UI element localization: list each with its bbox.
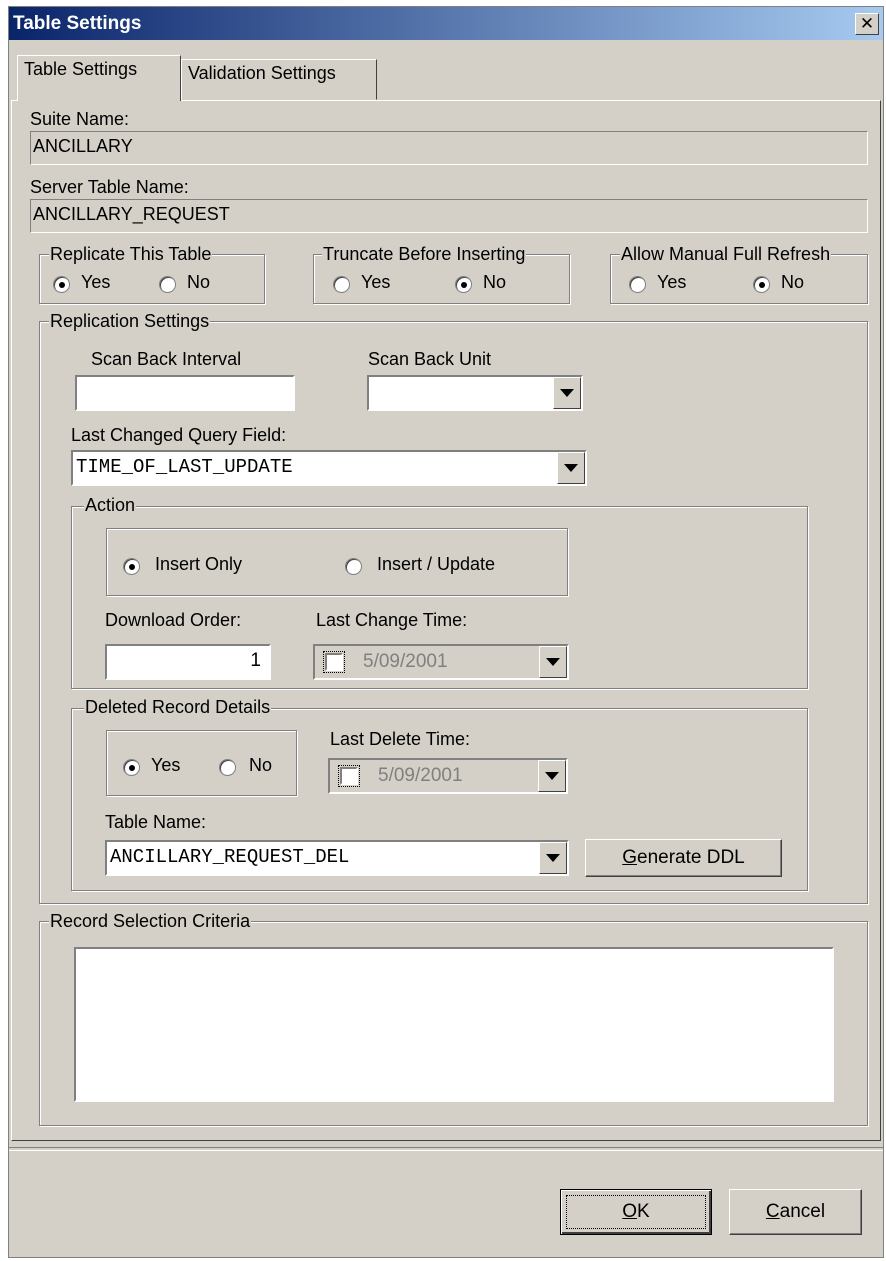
tab-label: Validation Settings (188, 63, 336, 83)
tab-table-settings[interactable]: Table Settings (17, 55, 181, 101)
manual-refresh-no-radio[interactable] (753, 276, 770, 293)
generate-ddl-button[interactable]: Generate DDL (585, 839, 782, 877)
tab-label: Table Settings (24, 59, 138, 79)
replicate-yes-radio[interactable] (53, 276, 70, 293)
deleted-record-legend: Deleted Record Details (84, 697, 272, 718)
last-change-time-value: 5/09/2001 (363, 651, 448, 672)
last-changed-query-field-label: Last Changed Query Field: (71, 425, 287, 445)
chevron-down-icon (546, 658, 560, 666)
chevron-down-icon (545, 772, 559, 780)
last-changed-query-field-value: TIME_OF_LAST_UPDATE (76, 456, 293, 478)
insert-update-label: Insert / Update (377, 554, 496, 574)
record-selection-criteria-textarea[interactable] (74, 947, 834, 1102)
last-delete-time-dropdown-button[interactable] (538, 760, 566, 792)
deleted-table-name-dropdown-button[interactable] (539, 842, 567, 874)
cancel-label: ancel (779, 1201, 826, 1222)
deleted-table-name-select[interactable]: ANCILLARY_REQUEST_DEL (105, 840, 569, 876)
download-order-input[interactable]: 1 (105, 644, 271, 680)
deleted-table-name-value: ANCILLARY_REQUEST_DEL (110, 846, 350, 868)
footer-separator (9, 1147, 883, 1151)
truncate-no-radio[interactable] (455, 276, 472, 293)
chevron-down-icon (546, 854, 560, 862)
manual-refresh-no-label: No (781, 272, 805, 292)
scan-back-unit-label: Scan Back Unit (368, 349, 492, 369)
last-change-time-label: Last Change Time: (316, 610, 468, 630)
insert-only-label: Insert Only (155, 554, 243, 574)
chevron-down-icon (564, 464, 578, 472)
manual-refresh-legend: Allow Manual Full Refresh (620, 244, 832, 265)
last-change-time-dropdown-button[interactable] (539, 646, 567, 678)
truncate-no-label: No (483, 272, 507, 292)
server-table-name-label: Server Table Name: (30, 177, 189, 197)
scan-back-interval-label: Scan Back Interval (91, 349, 242, 369)
close-icon: ✕ (859, 14, 875, 33)
scan-back-unit-dropdown-button[interactable] (553, 377, 581, 409)
suite-name-field: ANCILLARY (30, 131, 868, 165)
generate-ddl-accel: G (622, 847, 638, 868)
ok-button[interactable]: OK (560, 1189, 712, 1235)
last-delete-time-picker[interactable]: 5/09/2001 (328, 758, 568, 794)
replication-settings-legend: Replication Settings (49, 311, 211, 332)
scan-back-unit-select[interactable] (367, 375, 583, 411)
chevron-down-icon (560, 389, 574, 397)
insert-only-radio[interactable] (123, 558, 140, 575)
download-order-label: Download Order: (105, 610, 242, 630)
deleted-yes-label: Yes (151, 755, 181, 775)
manual-refresh-yes-radio[interactable] (629, 276, 646, 293)
last-change-time-picker[interactable]: 5/09/2001 (313, 644, 569, 680)
deleted-no-label: No (249, 755, 273, 775)
replicate-yes-label: Yes (81, 272, 111, 292)
close-button[interactable]: ✕ (855, 13, 879, 35)
record-selection-legend: Record Selection Criteria (49, 911, 252, 932)
last-delete-time-value: 5/09/2001 (378, 765, 463, 786)
last-delete-time-checkbox[interactable] (338, 765, 360, 787)
deleted-table-name-label: Table Name: (105, 812, 207, 832)
last-changed-dropdown-button[interactable] (557, 452, 585, 484)
window-title: Table Settings (13, 13, 142, 34)
cancel-accel: C (765, 1201, 780, 1222)
truncate-legend: Truncate Before Inserting (322, 244, 527, 265)
replicate-legend: Replicate This Table (49, 244, 213, 265)
last-change-time-checkbox[interactable] (323, 651, 345, 673)
deleted-no-radio[interactable] (219, 759, 236, 776)
generate-ddl-label: enerate DDL (637, 847, 745, 868)
scan-back-interval-input[interactable] (75, 375, 295, 411)
truncate-yes-label: Yes (361, 272, 391, 292)
server-table-name-field: ANCILLARY_REQUEST (30, 199, 868, 233)
focus-rect (566, 1195, 706, 1229)
replicate-no-label: No (187, 272, 211, 292)
insert-update-radio[interactable] (345, 558, 362, 575)
action-legend: Action (84, 495, 137, 516)
replicate-no-radio[interactable] (159, 276, 176, 293)
table-settings-dialog: Table Settings ✕ Table Settings Validati… (8, 6, 884, 1258)
suite-name-label: Suite Name: (30, 109, 130, 129)
last-changed-query-field-select[interactable]: TIME_OF_LAST_UPDATE (71, 450, 587, 486)
cancel-button[interactable]: Cancel (729, 1189, 862, 1235)
tab-validation-settings[interactable]: Validation Settings (181, 59, 377, 100)
last-delete-time-label: Last Delete Time: (330, 729, 471, 749)
deleted-yes-radio[interactable] (123, 759, 140, 776)
truncate-yes-radio[interactable] (333, 276, 350, 293)
manual-refresh-yes-label: Yes (657, 272, 687, 292)
title-bar[interactable]: Table Settings ✕ (9, 7, 883, 40)
